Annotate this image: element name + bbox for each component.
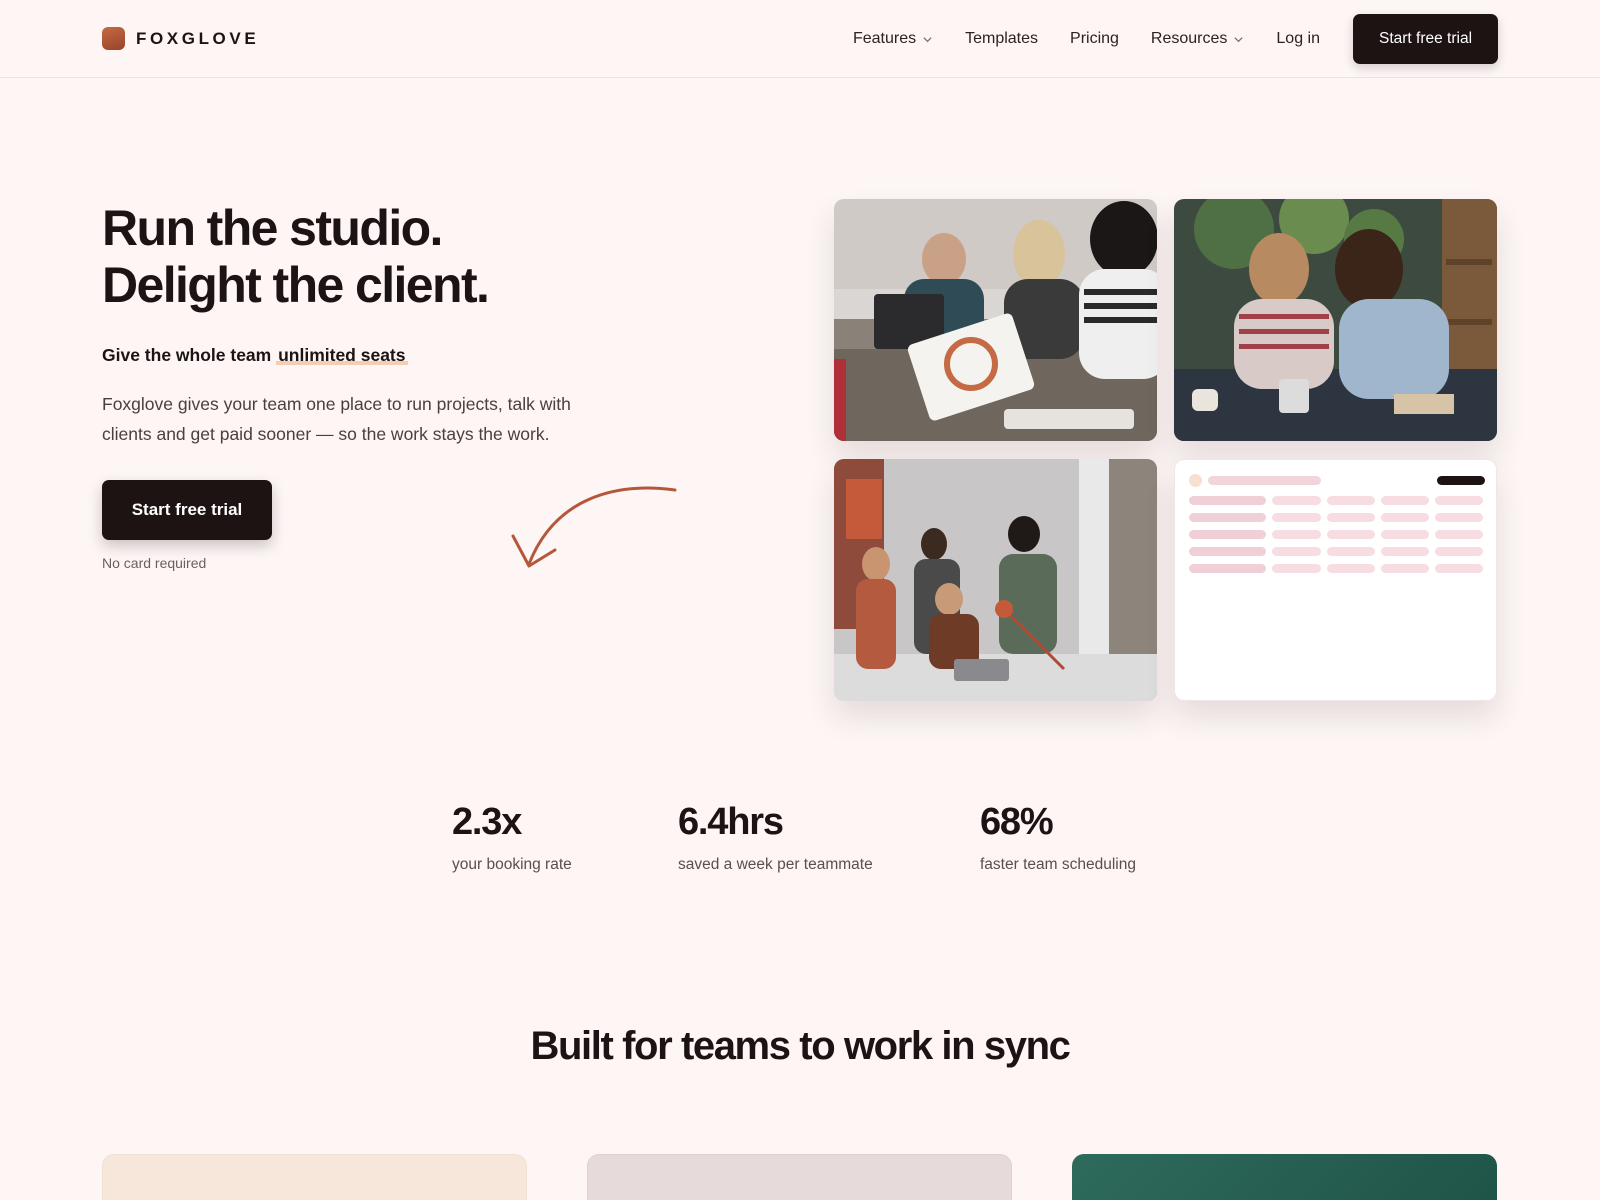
preview-row — [1189, 513, 1489, 522]
stat-value: 68% — [980, 801, 1054, 843]
preview-row — [1189, 547, 1489, 556]
stat-value: 2.3x — [452, 801, 522, 843]
preview-row — [1189, 496, 1489, 505]
nav-item-templates[interactable]: Templates — [965, 30, 1038, 48]
hero-subtitle: Give the whole team unlimited seats — [102, 345, 408, 366]
nav-item-features[interactable]: Features — [853, 30, 933, 48]
header-start-trial-button[interactable]: Start free trial — [1353, 14, 1498, 64]
site-header: FOXGLOVE Features Templates Pricing Reso… — [0, 0, 1600, 78]
hero-subtitle-highlight: unlimited seats — [276, 345, 408, 365]
logo-mark-icon — [102, 27, 125, 50]
stat-label: faster team scheduling — [980, 856, 1136, 873]
preview-action-bar — [1437, 476, 1485, 485]
app-table-preview — [1174, 459, 1497, 701]
nav-item-label: Resources — [1150, 30, 1228, 47]
hero-start-trial-button[interactable]: Start free trial — [102, 480, 272, 540]
logo-wordmark: FOXGLOVE — [136, 28, 260, 48]
women-working-photo — [1174, 199, 1497, 441]
preview-avatar — [1189, 474, 1202, 487]
logo[interactable]: FOXGLOVE — [102, 27, 259, 50]
studio-team-photo — [834, 459, 1157, 701]
stat-label: saved a week per teammate — [678, 856, 873, 873]
hero-title: Run the studio. Delight the client. — [102, 200, 490, 314]
hero-title-line-1: Run the studio. — [102, 200, 443, 256]
stat-label: your booking rate — [452, 856, 572, 873]
feature-card[interactable] — [1072, 1154, 1497, 1200]
no-card-note: No card required — [102, 555, 207, 571]
hero-title-line-2: Delight the client. — [102, 257, 490, 313]
hero-description: Foxglove gives your team one place to ru… — [102, 394, 571, 444]
preview-row — [1189, 530, 1489, 539]
nav-item-label: Features — [852, 30, 917, 47]
curved-arrow-icon — [511, 486, 677, 568]
team-meeting-photo — [834, 199, 1157, 441]
nav-item-resources[interactable]: Resources — [1151, 30, 1244, 48]
feature-card[interactable] — [102, 1154, 527, 1200]
hero-subtitle-prefix: Give the whole team — [102, 345, 272, 365]
stat-scheduling: 68% faster team scheduling — [980, 800, 1136, 874]
feature-card[interactable] — [587, 1154, 1012, 1200]
chevron-down-icon — [923, 36, 932, 42]
preview-row — [1189, 564, 1489, 573]
preview-title-bar — [1208, 476, 1321, 485]
main-nav: Features Templates Pricing Resources Log… — [853, 0, 1320, 78]
nav-item-label: Pricing — [1070, 30, 1119, 47]
stat-hours-saved: 6.4hrs saved a week per teammate — [678, 800, 873, 874]
section-title: Built for teams to work in sync — [530, 1024, 1071, 1068]
nav-item-login[interactable]: Log in — [1276, 30, 1320, 48]
nav-item-label: Templates — [965, 30, 1039, 47]
nav-item-label: Log in — [1276, 30, 1320, 47]
chevron-down-icon — [1234, 36, 1244, 42]
stat-value: 6.4hrs — [678, 801, 784, 843]
stat-booking-rate: 2.3x your booking rate — [452, 800, 572, 874]
nav-item-pricing[interactable]: Pricing — [1070, 30, 1119, 48]
